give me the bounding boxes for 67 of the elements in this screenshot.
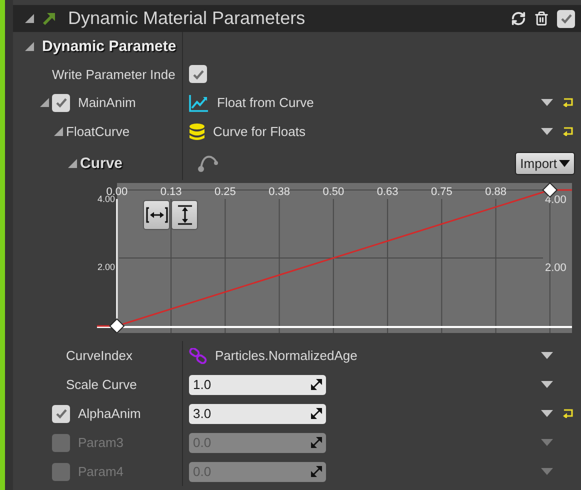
trash-icon[interactable]: [534, 11, 549, 26]
checkmark-icon: [560, 12, 572, 25]
tick-label: 2.00: [97, 262, 115, 272]
fit-horizontal-button[interactable]: [143, 200, 170, 230]
property-label: Param3: [78, 435, 124, 450]
resize-icon: [311, 379, 322, 390]
reset-arrow-icon[interactable]: [562, 126, 574, 136]
property-label: Curve: [80, 154, 123, 172]
tick-label: 0.13: [160, 186, 182, 198]
tick-label: 4.00: [545, 194, 566, 206]
property-label: CurveIndex: [66, 348, 132, 363]
arrow-icon: [42, 12, 56, 26]
tick-label: 0.50: [322, 186, 344, 198]
tick-label: 0.75: [430, 186, 452, 198]
fit-vertical-icon: [176, 204, 192, 226]
checkbox[interactable]: [52, 404, 70, 422]
dropdown-arrow-icon[interactable]: [541, 128, 553, 135]
property-label: Write Parameter Inde: [52, 66, 176, 82]
value-text: Curve for Floats: [213, 124, 306, 139]
curve-icon: [197, 153, 219, 173]
dropdown-arrow-icon[interactable]: [541, 99, 553, 106]
reset-arrow-icon[interactable]: [562, 408, 574, 418]
checkbox[interactable]: [189, 65, 207, 83]
import-button[interactable]: Import: [515, 152, 575, 174]
dropdown-arrow-icon[interactable]: [541, 410, 553, 417]
resize-icon: [311, 437, 322, 448]
checkbox[interactable]: [557, 10, 575, 28]
database-icon: [189, 122, 205, 140]
checkbox[interactable]: [52, 94, 70, 112]
chart-line-icon: [189, 94, 209, 112]
dropdown-arrow-icon[interactable]: [541, 352, 553, 359]
checkmark-icon: [54, 96, 68, 109]
tick-label: 2.00: [545, 262, 566, 274]
refresh-icon[interactable]: [511, 11, 526, 26]
section-title: Dynamic Paramete: [42, 38, 176, 54]
link-icon: [189, 348, 207, 364]
tick-label: 0.38: [268, 186, 290, 198]
tick-label: 4.00: [97, 194, 115, 204]
resize-icon: [311, 408, 322, 419]
property-label: Scale Curve: [66, 377, 137, 392]
fit-vertical-button[interactable]: [171, 200, 198, 230]
checkbox[interactable]: [52, 434, 70, 452]
number-field[interactable]: 3.0: [189, 404, 326, 424]
reset-arrow-icon[interactable]: [562, 96, 574, 106]
number-field[interactable]: 1.0: [189, 374, 326, 394]
caret-icon: [559, 160, 570, 166]
expand-icon[interactable]: [25, 14, 34, 23]
expand-icon[interactable]: [25, 42, 34, 50]
tick-label: 0.25: [214, 186, 236, 198]
expand-icon[interactable]: [54, 127, 63, 136]
expand-icon[interactable]: [68, 158, 77, 168]
fit-horizontal-icon: [146, 207, 168, 223]
property-label: FloatCurve: [66, 124, 130, 139]
value-text: Particles.NormalizedAge: [215, 348, 358, 363]
property-label: MainAnim: [78, 95, 136, 110]
property-label: AlphaAnim: [78, 406, 141, 421]
resize-icon: [311, 466, 322, 477]
checkmark-icon: [54, 407, 68, 420]
property-label: Param4: [78, 464, 124, 479]
checkbox[interactable]: [52, 462, 70, 480]
panel-title: Dynamic Material Parameters: [68, 8, 306, 29]
checkmark-icon: [192, 68, 204, 80]
expand-icon[interactable]: [40, 98, 49, 107]
dropdown-arrow-icon[interactable]: [541, 381, 553, 388]
tick-label: 0.63: [376, 186, 398, 198]
tick-label: 0.88: [485, 186, 506, 198]
value-text: Float from Curve: [217, 95, 314, 110]
